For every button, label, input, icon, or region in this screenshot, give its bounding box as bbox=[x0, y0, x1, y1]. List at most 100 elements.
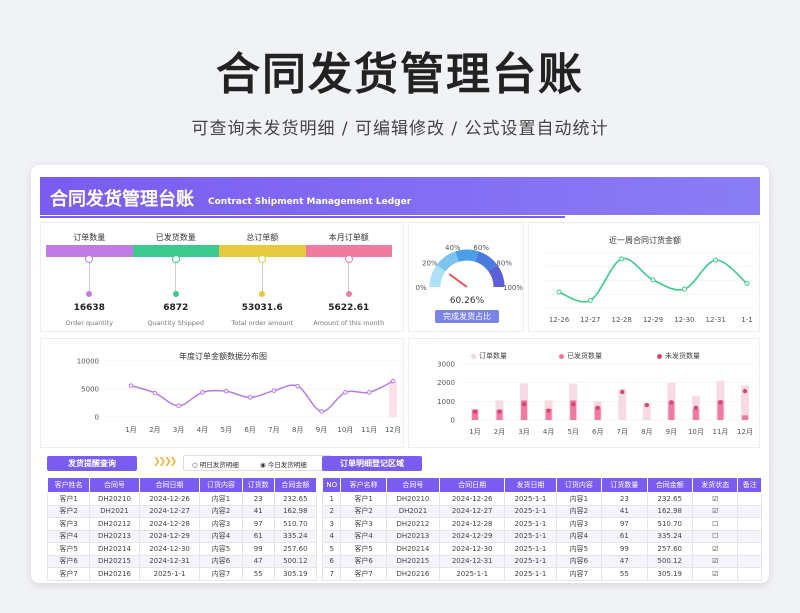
table-row[interactable]: 1 客户1 DH20210 2024-12-26 2025-1-1 内容1 23 232.65… bbox=[321, 492, 762, 506]
query-cell[interactable]: 内容4 bbox=[199, 529, 243, 543]
query-column-header[interactable]: 客户姓名 bbox=[46, 477, 91, 493]
query-cell[interactable]: 47 bbox=[241, 554, 275, 568]
ledger-cell[interactable]: DH20216 bbox=[385, 567, 441, 581]
query-cell[interactable]: 162.98 bbox=[273, 504, 318, 518]
ledger-cell[interactable]: 2025-1-1 bbox=[438, 567, 506, 581]
ledger-cell[interactable]: 内容1 bbox=[555, 492, 603, 506]
query-column-header[interactable]: 合同金额 bbox=[273, 477, 318, 493]
query-cell[interactable]: 2024-12-27 bbox=[138, 504, 201, 518]
ledger-cell[interactable]: 305.19 bbox=[646, 567, 693, 581]
ledger-cell[interactable]: 2024-12-30 bbox=[438, 542, 506, 556]
query-cell[interactable]: 41 bbox=[241, 504, 275, 518]
ledger-cell[interactable]: 41 bbox=[601, 504, 648, 518]
query-cell[interactable]: 客户2 bbox=[46, 504, 91, 518]
table-row[interactable]: 2 客户2 DH2021 2024-12-27 2025-1-1 内容2 41 162.98 ☑ bbox=[321, 504, 762, 518]
query-cell[interactable]: 305.19 bbox=[273, 567, 318, 581]
query-cell[interactable]: 客户6 bbox=[46, 554, 91, 568]
query-cell[interactable]: 2024-12-26 bbox=[138, 492, 201, 506]
ledger-cell[interactable]: ☑ bbox=[691, 542, 739, 556]
ledger-cell[interactable]: ☑ bbox=[691, 554, 739, 568]
table-row[interactable]: 客户5 DH20214 2024-12-30 内容5 99 257.60 bbox=[46, 542, 318, 556]
query-cell[interactable]: DH20214 bbox=[89, 542, 140, 556]
query-cell[interactable]: 内容1 bbox=[199, 492, 243, 506]
table-row[interactable]: 5 客户5 DH20214 2024-12-30 2025-1-1 内容5 99 257.60… bbox=[321, 542, 762, 556]
ledger-cell[interactable]: 97 bbox=[601, 517, 648, 531]
ledger-cell[interactable]: DH20214 bbox=[385, 542, 441, 556]
query-cell[interactable]: 内容3 bbox=[199, 517, 243, 531]
query-cell[interactable]: DH20212 bbox=[89, 517, 140, 531]
ledger-cell[interactable]: 内容7 bbox=[555, 567, 603, 581]
ledger-cell[interactable] bbox=[737, 517, 762, 531]
ledger-cell[interactable]: 客户4 bbox=[340, 529, 387, 543]
query-cell[interactable]: 99 bbox=[241, 542, 275, 556]
ledger-cell[interactable]: ☑ bbox=[691, 492, 739, 506]
query-cell[interactable]: 客户3 bbox=[46, 517, 91, 531]
ledger-cell[interactable]: 500.12 bbox=[646, 554, 693, 568]
ledger-cell[interactable]: 61 bbox=[601, 529, 648, 543]
table-row[interactable]: 3 客户3 DH20212 2024-12-28 2025-1-1 内容3 97 510.70… bbox=[321, 517, 762, 531]
ledger-cell[interactable]: DH20213 bbox=[385, 529, 441, 543]
query-cell[interactable]: 内容2 bbox=[199, 504, 243, 518]
ledger-cell[interactable]: DH20210 bbox=[385, 492, 441, 506]
ledger-cell[interactable]: 2 bbox=[321, 504, 342, 518]
ledger-cell[interactable]: ☐ bbox=[691, 517, 739, 531]
query-cell[interactable]: DH20215 bbox=[89, 554, 140, 568]
ledger-cell[interactable] bbox=[737, 504, 762, 518]
radio-today[interactable]: ◉ 今日发货明细 bbox=[260, 459, 307, 469]
query-cell[interactable]: DH20213 bbox=[89, 529, 140, 543]
ledger-cell[interactable]: 6 bbox=[321, 554, 342, 568]
ledger-cell[interactable]: 2025-1-1 bbox=[504, 517, 557, 531]
query-cell[interactable]: 55 bbox=[241, 567, 275, 581]
ledger-column-header[interactable]: 合同金额 bbox=[646, 477, 693, 493]
table-row[interactable]: 客户1 DH20210 2024-12-26 内容1 23 232.65 bbox=[46, 492, 318, 506]
ledger-cell[interactable]: 客户7 bbox=[340, 567, 387, 581]
ledger-cell[interactable]: 23 bbox=[601, 492, 648, 506]
ledger-cell[interactable]: 47 bbox=[601, 554, 648, 568]
query-column-header[interactable]: 合同号 bbox=[89, 477, 140, 493]
ledger-column-header[interactable]: 发货日期 bbox=[504, 477, 557, 493]
query-cell[interactable]: DH20210 bbox=[89, 492, 140, 506]
ledger-cell[interactable]: 55 bbox=[601, 567, 648, 581]
query-cell[interactable]: 内容6 bbox=[199, 554, 243, 568]
ledger-column-header[interactable]: 合同号 bbox=[385, 477, 441, 493]
table-row[interactable]: 4 客户4 DH20213 2024-12-29 2025-1-1 内容4 61 335.24… bbox=[321, 529, 762, 543]
ledger-column-header[interactable]: 订货内容 bbox=[555, 477, 603, 493]
table-row[interactable]: 7 客户7 DH20216 2025-1-1 2025-1-1 内容7 55 305.19 ☑ bbox=[321, 567, 762, 581]
ledger-cell[interactable]: 99 bbox=[601, 542, 648, 556]
ledger-cell[interactable]: ☑ bbox=[691, 567, 739, 581]
query-cell[interactable]: DH20216 bbox=[89, 567, 140, 581]
ledger-cell[interactable]: 2024-12-31 bbox=[438, 554, 506, 568]
query-cell[interactable]: 23 bbox=[241, 492, 275, 506]
ledger-cell[interactable] bbox=[737, 567, 762, 581]
ledger-column-header[interactable]: 备注 bbox=[737, 477, 762, 493]
query-cell[interactable]: 61 bbox=[241, 529, 275, 543]
shipping-reminder-query-button[interactable]: 发货提醒查询 bbox=[47, 456, 137, 471]
ledger-column-header[interactable]: 合同日期 bbox=[438, 477, 506, 493]
query-cell[interactable]: 客户7 bbox=[46, 567, 91, 581]
ledger-cell[interactable]: 510.70 bbox=[646, 517, 693, 531]
query-cell[interactable]: 2024-12-29 bbox=[138, 529, 201, 543]
query-cell[interactable]: 2024-12-30 bbox=[138, 542, 201, 556]
ledger-cell[interactable] bbox=[737, 529, 762, 543]
ledger-cell[interactable]: 4 bbox=[321, 529, 342, 543]
ledger-column-header[interactable]: NO bbox=[321, 477, 342, 493]
query-cell[interactable]: 510.70 bbox=[273, 517, 318, 531]
ledger-cell[interactable]: DH2021 bbox=[385, 504, 441, 518]
ledger-cell[interactable]: 内容5 bbox=[555, 542, 603, 556]
query-column-header[interactable]: 订货内容 bbox=[199, 477, 243, 493]
ledger-cell[interactable] bbox=[737, 492, 762, 506]
ledger-cell[interactable]: 2024-12-27 bbox=[438, 504, 506, 518]
query-cell[interactable]: 232.65 bbox=[273, 492, 318, 506]
query-cell[interactable]: 客户1 bbox=[46, 492, 91, 506]
ledger-cell[interactable]: 2025-1-1 bbox=[504, 504, 557, 518]
ledger-column-header[interactable]: 客户名称 bbox=[340, 477, 387, 493]
ledger-cell[interactable]: 2025-1-1 bbox=[504, 567, 557, 581]
ledger-cell[interactable]: 客户2 bbox=[340, 504, 387, 518]
query-cell[interactable]: DH2021 bbox=[89, 504, 140, 518]
ledger-cell[interactable] bbox=[737, 542, 762, 556]
ledger-column-header[interactable]: 订货数量 bbox=[601, 477, 648, 493]
ledger-cell[interactable]: 257.60 bbox=[646, 542, 693, 556]
ledger-cell[interactable]: 客户5 bbox=[340, 542, 387, 556]
ledger-cell[interactable]: 2024-12-29 bbox=[438, 529, 506, 543]
ledger-cell[interactable]: 2025-1-1 bbox=[504, 529, 557, 543]
